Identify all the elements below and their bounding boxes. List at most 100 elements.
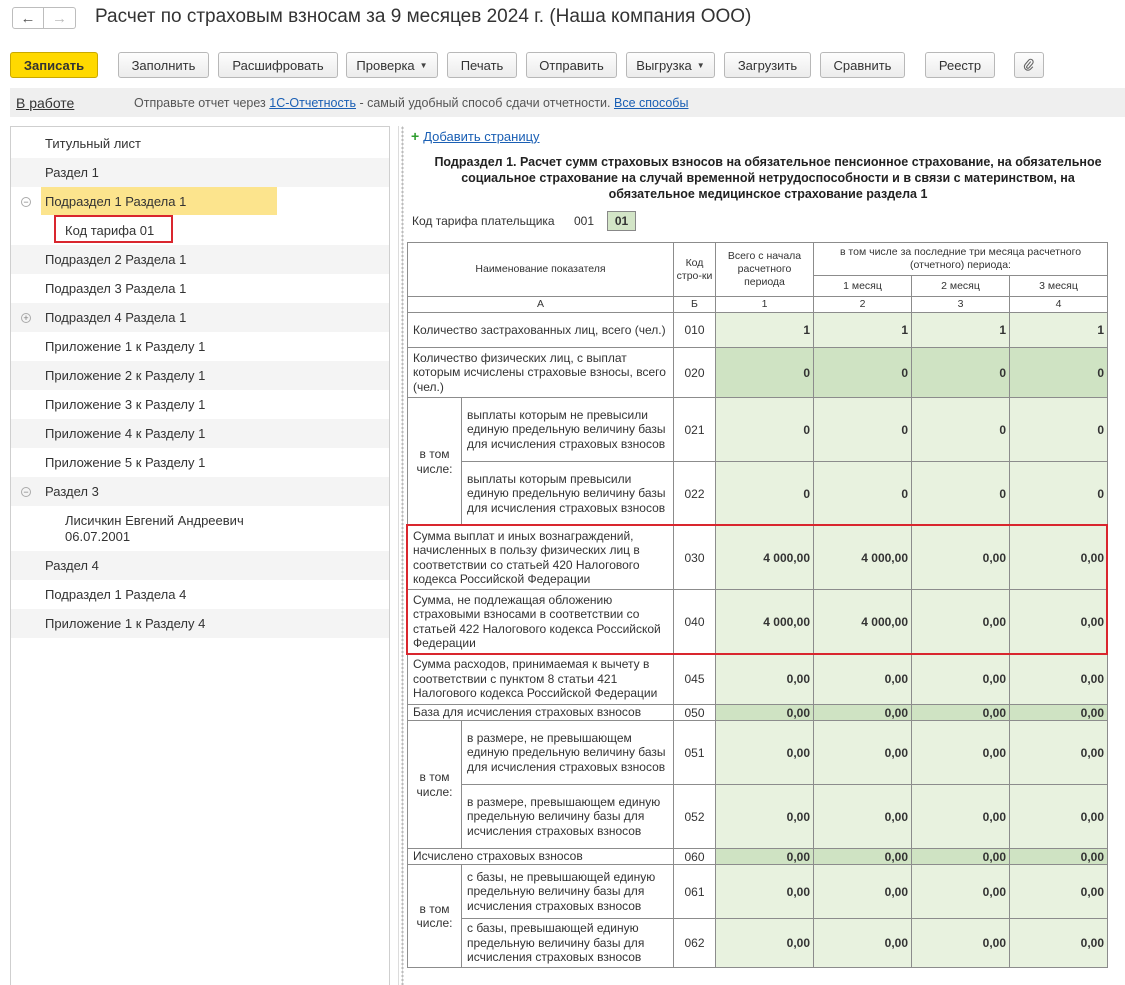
value-cell-020-col4[interactable]: 0 [1010,348,1108,398]
value-cell-021-col1[interactable]: 0 [716,398,814,462]
value-cell-022-col4[interactable]: 0 [1010,462,1108,526]
tree-item-subsection-4-1[interactable]: + Подраздел 4 Раздела 1 [11,303,389,332]
tree-item-label: Приложение 2 к Разделу 1 [45,368,206,383]
group-label-including: в том числе: [408,721,462,849]
tree-item-label: Подраздел 3 Раздела 1 [45,281,187,296]
value-cell-062-col1[interactable]: 0,00 [716,919,814,968]
tree-item-label: Титульный лист [45,136,142,151]
value-cell-051-col2[interactable]: 0,00 [814,721,912,785]
value-cell-062-col2[interactable]: 0,00 [814,919,912,968]
value-cell-050-col4[interactable]: 0,00 [1010,705,1108,721]
value-cell-060-col2[interactable]: 0,00 [814,849,912,865]
value-cell-020-col3[interactable]: 0 [912,348,1010,398]
sections-tree: Титульный лист Раздел 1 − Подраздел 1 Ра… [10,126,390,985]
tree-item-appendix-1-1[interactable]: Приложение 1 к Разделу 1 [11,332,389,361]
1c-reporting-link[interactable]: 1С-Отчетность [269,96,356,110]
value-cell-021-col4[interactable]: 0 [1010,398,1108,462]
tree-item-appendix-2-1[interactable]: Приложение 2 к Разделу 1 [11,361,389,390]
dotted-margin [401,126,404,985]
value-cell-061-col3[interactable]: 0,00 [912,865,1010,919]
forward-button[interactable]: → [44,7,76,29]
tree-item-appendix-1-4[interactable]: Приложение 1 к Разделу 4 [11,609,389,638]
tree-item-section-4[interactable]: Раздел 4 [11,551,389,580]
value-cell-060-col4[interactable]: 0,00 [1010,849,1108,865]
collapse-icon[interactable]: − [21,196,31,207]
tree-item-employee[interactable]: Лисичкин Евгений Андреевич 06.07.2001 [65,513,244,545]
fill-button[interactable]: Заполнить [118,52,209,78]
row-code-021: 021 [674,398,716,462]
value-cell-022-col1[interactable]: 0 [716,462,814,526]
value-cell-051-col1[interactable]: 0,00 [716,721,814,785]
table-frame: Наименование показателя Код стро-ки Всего … [406,242,1108,968]
row-code-060: 060 [674,849,716,865]
status-link[interactable]: В работе [16,95,74,111]
value-cell-050-col1[interactable]: 0,00 [716,705,814,721]
value-cell-022-col3[interactable]: 0 [912,462,1010,526]
value-cell-045-col1[interactable]: 0,00 [716,654,814,705]
row-name-045: Сумма расходов, принимаемая к вычету в с… [408,654,674,705]
tree-item-appendix-4-1[interactable]: Приложение 4 к Разделу 1 [11,419,389,448]
decode-button[interactable]: Расшифровать [218,52,338,78]
tree-item-section-1[interactable]: Раздел 1 [11,158,389,187]
send-button[interactable]: Отправить [526,52,617,78]
tree-item-title-page[interactable]: Титульный лист [11,129,389,158]
value-cell-061-col4[interactable]: 0,00 [1010,865,1108,919]
value-cell-062-col3[interactable]: 0,00 [912,919,1010,968]
tree-item-section-3[interactable]: − Раздел 3 [11,477,389,506]
compare-button[interactable]: Сравнить [820,52,905,78]
tree-item-subsection-3-1[interactable]: Подраздел 3 Раздела 1 [11,274,389,303]
value-cell-050-col3[interactable]: 0,00 [912,705,1010,721]
header-month-1: 1 месяц [814,276,912,297]
value-cell-061-col2[interactable]: 0,00 [814,865,912,919]
value-cell-045-col4[interactable]: 0,00 [1010,654,1108,705]
back-button[interactable]: ← [12,7,44,29]
value-cell-020-col2[interactable]: 0 [814,348,912,398]
value-cell-052-col3[interactable]: 0,00 [912,785,1010,849]
value-cell-021-col3[interactable]: 0 [912,398,1010,462]
value-cell-010-col2[interactable]: 1 [814,313,912,348]
write-button[interactable]: Записать [10,52,98,78]
tree-item-subsection-1-1[interactable]: − Подраздел 1 Раздела 1 [11,187,389,216]
value-cell-020-col1[interactable]: 0 [716,348,814,398]
arrow-right-icon: → [52,9,67,27]
value-cell-052-col1[interactable]: 0,00 [716,785,814,849]
value-cell-050-col2[interactable]: 0,00 [814,705,912,721]
value-cell-021-col2[interactable]: 0 [814,398,912,462]
value-cell-052-col2[interactable]: 0,00 [814,785,912,849]
value-cell-045-col3[interactable]: 0,00 [912,654,1010,705]
value-cell-010-col3[interactable]: 1 [912,313,1010,348]
check-button[interactable]: Проверка ▼ [346,52,438,78]
value-cell-010-col1[interactable]: 1 [716,313,814,348]
all-methods-link[interactable]: Все способы [614,96,688,110]
attach-button[interactable] [1014,52,1044,78]
value-cell-022-col2[interactable]: 0 [814,462,912,526]
value-cell-045-col2[interactable]: 0,00 [814,654,912,705]
employee-name: Лисичкин Евгений Андреевич [65,513,244,528]
registry-button[interactable]: Реестр [925,52,995,78]
value-cell-010-col4[interactable]: 1 [1010,313,1108,348]
tree-item-label: Подраздел 1 Раздела 1 [45,194,187,209]
value-cell-060-col3[interactable]: 0,00 [912,849,1010,865]
add-page-link[interactable]: + Добавить страницу [411,128,540,144]
value-cell-051-col4[interactable]: 0,00 [1010,721,1108,785]
tree-item-label: Приложение 4 к Разделу 1 [45,426,206,441]
tree-item-appendix-3-1[interactable]: Приложение 3 к Разделу 1 [11,390,389,419]
value-cell-060-col1[interactable]: 0,00 [716,849,814,865]
expand-icon[interactable]: + [21,312,31,323]
value-cell-062-col4[interactable]: 0,00 [1010,919,1108,968]
print-button[interactable]: Печать [447,52,517,78]
row-code-052: 052 [674,785,716,849]
tree-item-subsection-1-4[interactable]: Подраздел 1 Раздела 4 [11,580,389,609]
collapse-icon[interactable]: − [21,486,31,497]
tree-item-subsection-2-1[interactable]: Подраздел 2 Раздела 1 [11,245,389,274]
tariff-line-code: 001 [574,214,595,228]
value-cell-052-col4[interactable]: 0,00 [1010,785,1108,849]
export-button[interactable]: Выгрузка ▼ [626,52,715,78]
row-name-062: с базы, превышающей единую предельную ве… [462,919,674,968]
tariff-code-field[interactable]: 01 [607,211,636,231]
header-col-2: 2 [814,297,912,313]
value-cell-061-col1[interactable]: 0,00 [716,865,814,919]
import-button[interactable]: Загрузить [724,52,811,78]
value-cell-051-col3[interactable]: 0,00 [912,721,1010,785]
tree-item-appendix-5-1[interactable]: Приложение 5 к Разделу 1 [11,448,389,477]
